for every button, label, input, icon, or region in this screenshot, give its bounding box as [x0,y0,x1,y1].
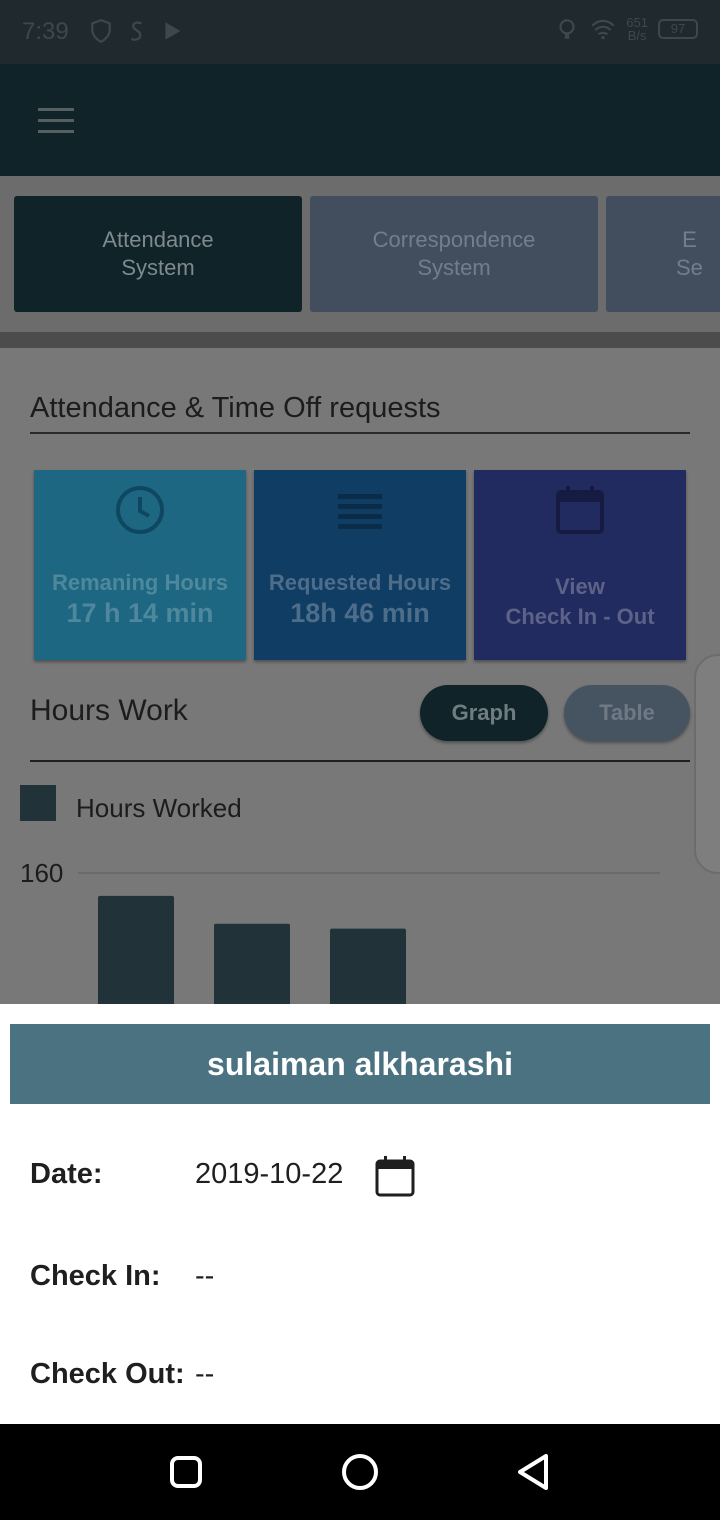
requested-hours-label: Requested Hours [268,570,452,595]
chart-bar [98,895,174,1004]
recent-apps-icon[interactable] [164,1450,208,1494]
nav-bar [0,1424,720,1520]
clock-icon [116,486,164,534]
divider [0,332,720,348]
home-icon[interactable] [338,1450,382,1494]
checkin-out-label: Check In - Out [505,604,655,629]
status-icons-right: 651 B/s 97 [554,16,698,42]
net-speed: 651 B/s [626,16,648,42]
s-app-icon [130,21,142,41]
tab-label-line2: Se [676,255,703,280]
divider [30,432,690,434]
calendar-icon[interactable] [372,1154,418,1200]
menu-icon[interactable] [38,108,74,134]
chart-bar [330,928,406,1004]
remaining-hours-value: 17 h 14 min [66,598,214,628]
tab-label-line2: System [121,255,195,280]
hours-work-title: Hours Work [30,694,188,727]
checkin-label: Check In: [30,1260,161,1292]
status-time: 7:39 [22,18,69,45]
graph-button[interactable]: Graph [420,685,548,741]
legend-label: Hours Worked [76,793,242,823]
tab-label-line1: Attendance [102,227,214,252]
hours-chart: 160 [20,858,660,1004]
date-value: 2019-10-22 [195,1158,344,1190]
tab-label-line2: System [417,255,491,280]
remaining-hours-card[interactable]: Remaning Hours 17 h 14 min [34,470,246,660]
section-title: Attendance & Time Off requests [30,392,441,424]
systems-strip: Attendance System Correspondence System … [0,176,720,332]
remaining-hours-label: Remaning Hours [51,570,229,595]
bottom-sheet: sulaiman alkharashi Date: 2019-10-22 Che… [0,1004,720,1424]
y-tick-label: 160 [20,858,63,888]
tab-attendance-system[interactable]: Attendance System [14,196,302,312]
bulb-icon [559,19,575,39]
tab-correspondence-system[interactable]: Correspondence System [310,196,598,312]
requested-hours-card[interactable]: Requested Hours 18h 46 min [254,470,466,660]
main-content: Attendance & Time Off requests Remaning … [0,348,720,1004]
checkout-label: Check Out: [30,1358,185,1390]
status-icons-left [88,18,186,44]
view-checkin-card[interactable]: View Check In - Out [474,470,686,660]
tab-label-line1: Correspondence [372,227,536,252]
wifi-icon [591,19,615,40]
battery-icon: 97 [658,19,698,39]
tab-label-line1: E [682,227,697,252]
side-drawer-handle[interactable] [694,654,720,874]
calendar-icon [556,486,604,534]
legend-swatch [20,785,56,821]
requested-hours-value: 18h 46 min [290,598,430,628]
date-label: Date: [30,1158,103,1190]
chart-bar [214,923,290,1004]
sheet-title: sulaiman alkharashi [10,1024,710,1104]
app-header [0,64,720,176]
checkin-value: -- [195,1260,215,1292]
status-bar: 7:39 651 B/s 97 [0,0,720,64]
net-speed-unit: B/s [627,28,647,43]
shield-icon [91,19,111,44]
list-icon [338,494,382,529]
table-button[interactable]: Table [564,685,690,741]
back-icon[interactable] [512,1450,556,1494]
view-label: View [555,574,605,599]
checkout-value: -- [195,1358,215,1390]
tab-e-services[interactable]: E Se [606,196,720,312]
divider [30,760,690,762]
play-store-icon [165,22,181,40]
